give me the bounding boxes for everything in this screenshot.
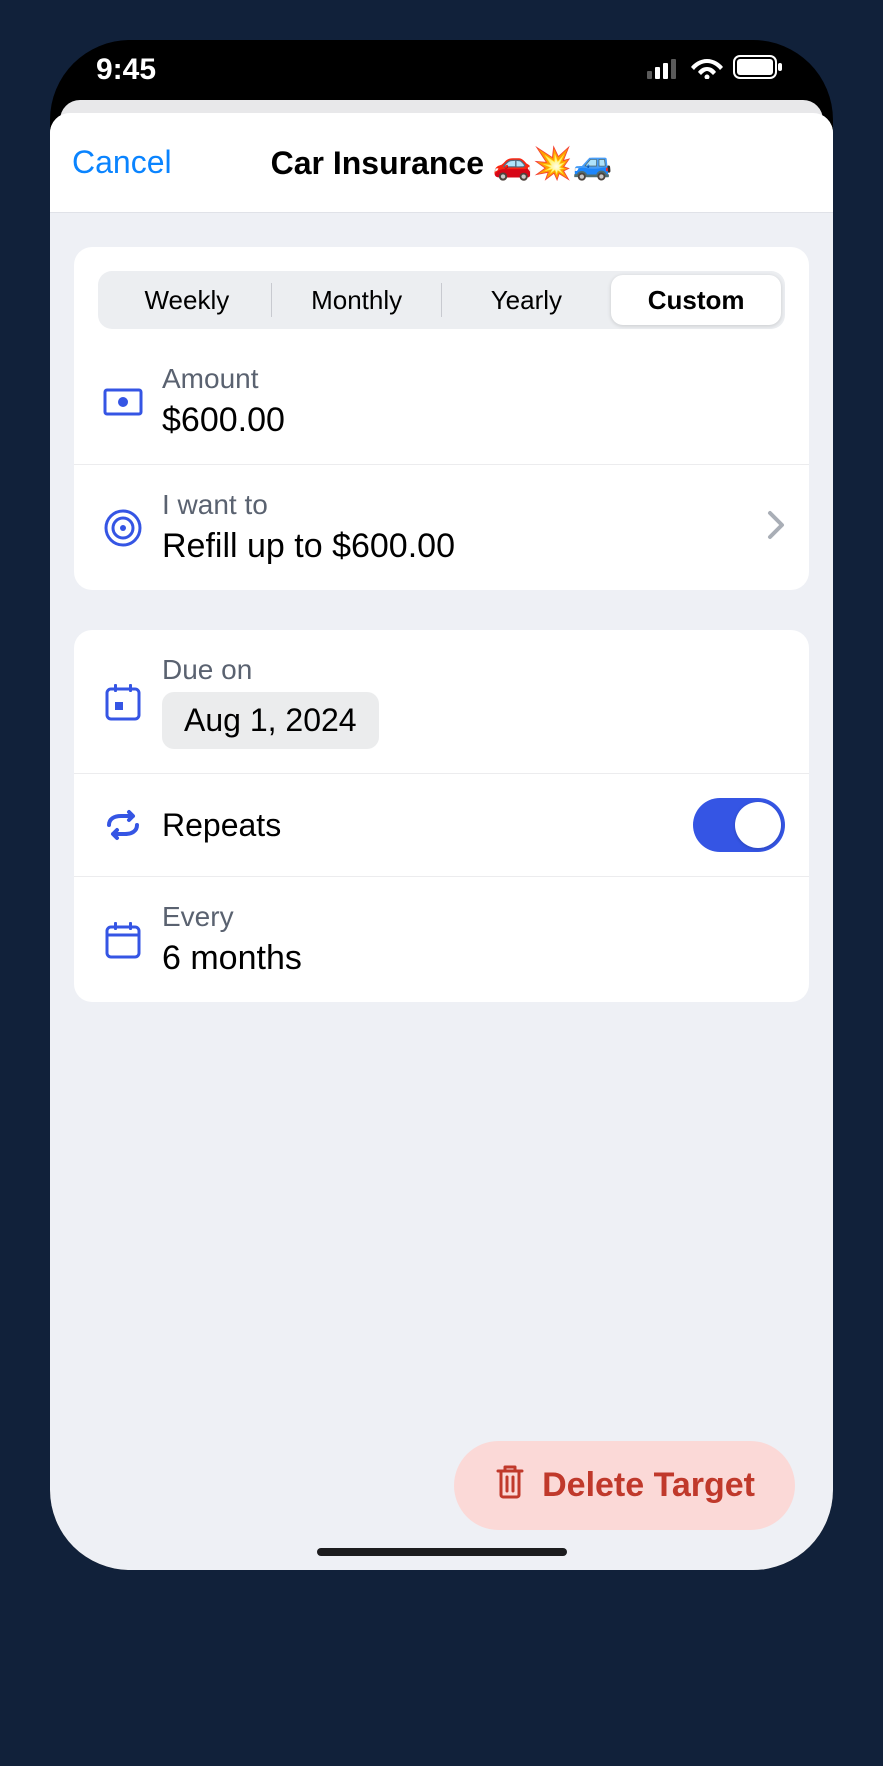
row-repeats: Repeats: [74, 773, 809, 876]
sheet-header: Cancel Car Insurance 🚗💥🚙: [50, 113, 833, 213]
amount-label: Amount: [162, 363, 785, 395]
home-indicator[interactable]: [317, 1548, 567, 1556]
sheet-content: Weekly Monthly Yearly Custom Amount $600…: [50, 213, 833, 1570]
toggle-knob: [735, 802, 781, 848]
calendar-day-icon: [98, 682, 148, 722]
every-label: Every: [162, 901, 785, 933]
frequency-segmented-control[interactable]: Weekly Monthly Yearly Custom: [98, 271, 785, 329]
cash-icon: [98, 388, 148, 416]
row-goal[interactable]: I want to Refill up to $600.00: [74, 464, 809, 590]
goal-value: Refill up to $600.00: [162, 527, 767, 566]
row-due[interactable]: Due on Aug 1, 2024: [74, 630, 809, 773]
every-value: 6 months: [162, 939, 785, 978]
status-bar: 9:45: [50, 40, 833, 100]
cancel-button[interactable]: Cancel: [72, 144, 172, 181]
status-right: [647, 53, 783, 87]
sheet-title: Car Insurance 🚗💥🚙: [271, 144, 613, 182]
delete-target-label: Delete Target: [542, 1466, 755, 1505]
repeats-toggle[interactable]: [693, 798, 785, 852]
target-icon: [98, 508, 148, 548]
repeats-label: Repeats: [162, 807, 693, 844]
segment-monthly[interactable]: Monthly: [272, 275, 442, 325]
row-every[interactable]: Every 6 months: [74, 876, 809, 1002]
amount-value: $600.00: [162, 401, 785, 440]
card-amount-goal: Weekly Monthly Yearly Custom Amount $600…: [74, 247, 809, 590]
chevron-right-icon: [767, 510, 785, 545]
status-time: 9:45: [96, 53, 156, 87]
segment-custom[interactable]: Custom: [611, 275, 781, 325]
cellular-icon: [647, 53, 681, 87]
due-date-chip[interactable]: Aug 1, 2024: [162, 692, 379, 749]
phone: 9:45 Cancel Car Insurance 🚗💥🚙: [50, 40, 833, 1570]
segment-yearly[interactable]: Yearly: [442, 275, 612, 325]
goal-label: I want to: [162, 489, 767, 521]
wifi-icon: [691, 53, 723, 87]
calendar-icon: [98, 920, 148, 960]
delete-target-button[interactable]: Delete Target: [454, 1441, 795, 1530]
segment-weekly[interactable]: Weekly: [102, 275, 272, 325]
battery-icon: [733, 53, 783, 87]
due-label: Due on: [162, 654, 785, 686]
repeat-icon: [98, 807, 148, 843]
modal-sheet: Cancel Car Insurance 🚗💥🚙 Weekly Monthly …: [50, 113, 833, 1570]
card-schedule: Due on Aug 1, 2024 Repeats: [74, 630, 809, 1002]
row-amount[interactable]: Amount $600.00: [74, 339, 809, 464]
trash-icon: [494, 1463, 526, 1508]
